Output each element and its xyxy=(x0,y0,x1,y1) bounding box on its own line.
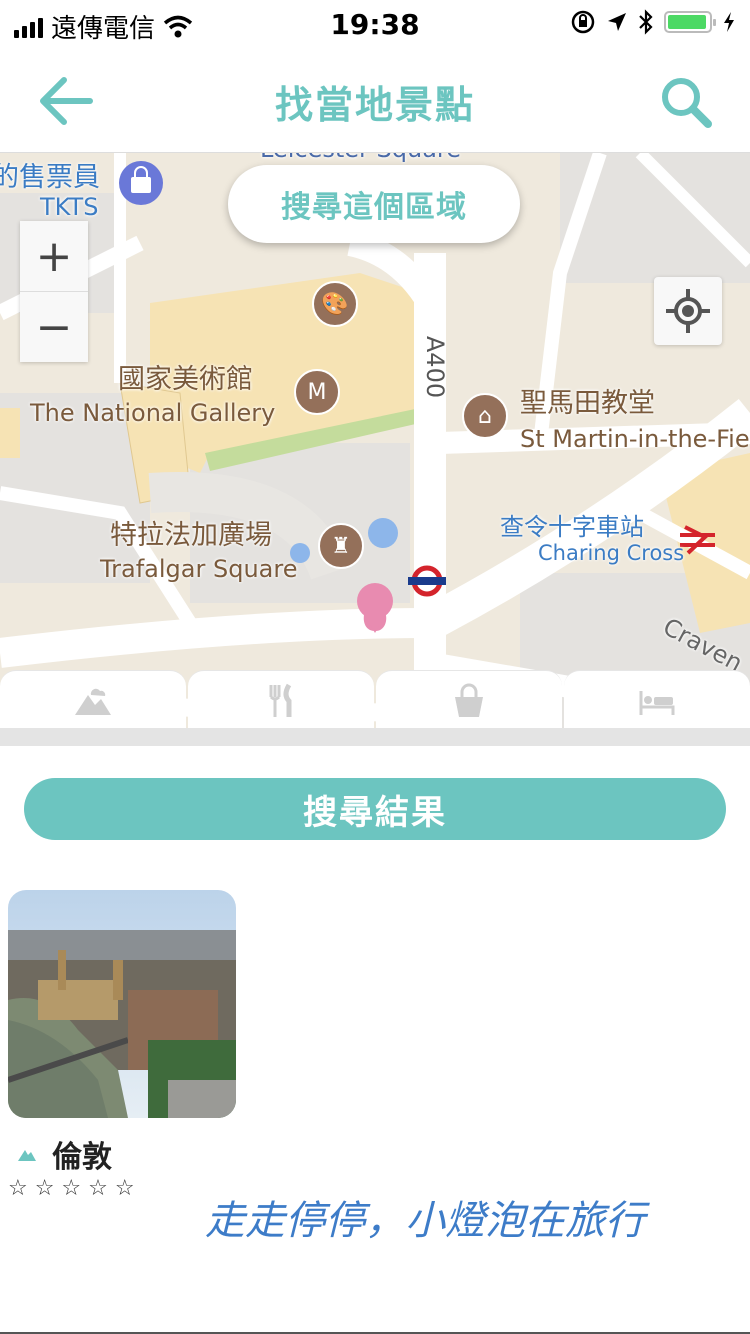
zoom-control: + − xyxy=(20,221,88,362)
label-a400: A400 xyxy=(421,335,450,399)
zoom-out-button[interactable]: − xyxy=(20,291,88,362)
search-button[interactable] xyxy=(658,74,714,130)
shopping-basket-icon xyxy=(455,683,483,717)
map-view[interactable]: Leicester Square 的售票員 TKTS 🎨 國家美術館 M The… xyxy=(0,153,750,743)
result-photo xyxy=(8,890,236,1118)
label-gallery-zh: 國家美術館 xyxy=(118,364,253,395)
bluetooth-icon xyxy=(639,9,653,35)
result-card[interactable]: 倫敦 ☆ ☆ ☆ ☆ ☆ xyxy=(8,890,238,1201)
arrow-left-icon xyxy=(40,77,93,125)
museum-icon[interactable]: M xyxy=(294,369,340,415)
castle-icon[interactable]: ♜ xyxy=(318,523,364,569)
tab-hotel[interactable] xyxy=(564,670,750,730)
zoom-in-button[interactable]: + xyxy=(20,221,88,291)
orientation-lock-icon xyxy=(571,10,595,34)
location-arrow-icon xyxy=(608,13,626,31)
results-heading: 搜尋結果 xyxy=(24,778,726,840)
search-icon xyxy=(662,78,712,128)
charging-bolt-icon xyxy=(724,12,734,32)
watermark-text: 走走停停，小燈泡在旅行 xyxy=(205,1198,645,1244)
status-right xyxy=(570,9,736,35)
label-trafalgar-zh: 特拉法加廣場 xyxy=(110,520,272,551)
label-charing-en: Charing Cross xyxy=(538,541,685,565)
bed-icon xyxy=(639,690,675,715)
battery-icon xyxy=(664,11,716,33)
category-tabs xyxy=(0,670,750,730)
search-this-area-button[interactable]: 搜尋這個區域 xyxy=(228,165,520,243)
label-gallery-en: The National Gallery xyxy=(30,399,276,427)
label-church-zh: 聖馬田教堂 xyxy=(520,388,655,419)
result-title: 倫敦 xyxy=(52,1140,112,1175)
nav-bar: 找當地景點 xyxy=(0,50,750,153)
my-location-button[interactable] xyxy=(654,277,722,345)
status-bar: 遠傳電信 19:38 xyxy=(0,0,750,50)
church-icon[interactable]: ⌂ xyxy=(462,393,508,439)
label-charing-zh: 查令十字車站 xyxy=(500,513,644,541)
fork-knife-icon xyxy=(269,683,292,717)
label-tkts-en: TKTS xyxy=(40,193,99,221)
label-leicester: Leicester Square xyxy=(260,153,461,163)
mountain-icon xyxy=(18,1150,36,1161)
crosshair-icon xyxy=(666,289,710,333)
result-title-row: 倫敦 xyxy=(18,1132,112,1176)
tab-food[interactable] xyxy=(188,670,374,730)
tab-sights[interactable] xyxy=(0,670,186,730)
label-church-en: St Martin-in-the-Fie xyxy=(520,425,750,453)
label-tkts-zh: 的售票員 xyxy=(0,162,100,193)
section-divider xyxy=(0,728,750,746)
palette-icon[interactable]: 🎨 xyxy=(312,281,358,327)
label-trafalgar-en: Trafalgar Square xyxy=(100,555,298,583)
rating-stars: ☆ ☆ ☆ ☆ ☆ xyxy=(8,1176,135,1201)
mountain-icon xyxy=(75,688,111,715)
tab-shopping[interactable] xyxy=(376,670,562,730)
page-title: 找當地景點 xyxy=(274,83,475,127)
back-button[interactable] xyxy=(36,74,96,128)
